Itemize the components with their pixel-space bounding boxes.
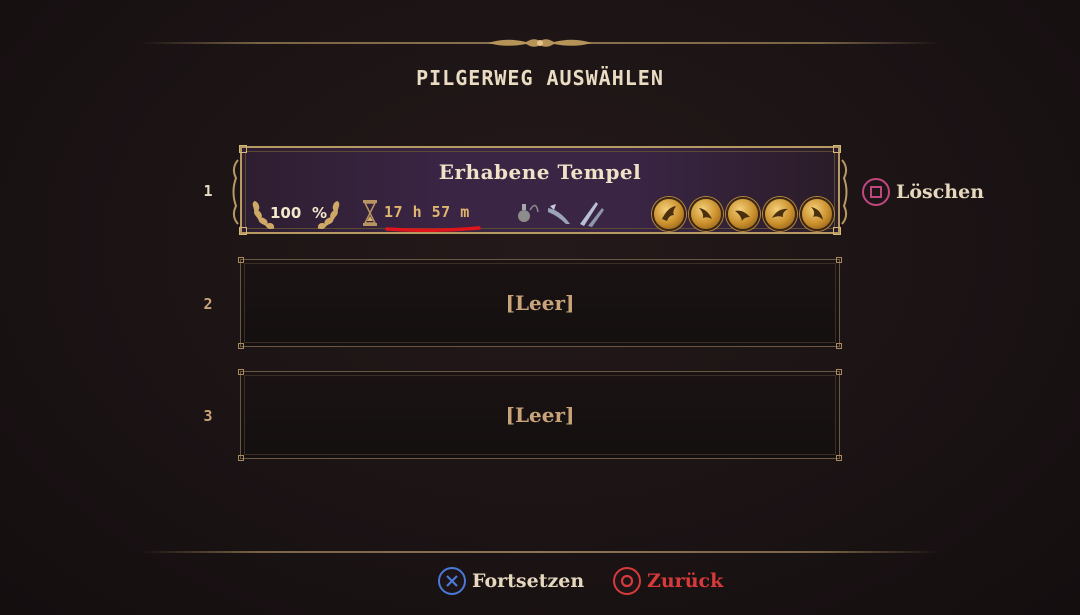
playtime-underline-annotation	[385, 226, 481, 232]
slot-corner	[238, 343, 244, 349]
screen-title: PILGERWEG AUSWÄHLEN	[416, 66, 664, 90]
slot-corner	[836, 343, 842, 349]
equipped-items-icon	[518, 202, 604, 227]
slot-stats: 100 % 17 h 57 m	[250, 196, 834, 232]
twin-blades-icon	[580, 202, 604, 227]
slot-corner	[836, 455, 842, 461]
censer-icon	[518, 204, 539, 222]
empty-slot-label: [Leer]	[505, 403, 575, 427]
completion-value: 100	[270, 204, 302, 222]
slot-title: Erhabene Tempel	[438, 160, 642, 184]
slot-number-1: 1	[203, 182, 213, 200]
slot-flourish-right-icon	[841, 159, 848, 225]
golden-bird-medal-icon	[652, 197, 686, 231]
slot-corner	[238, 455, 244, 461]
slot-corner	[239, 145, 247, 153]
golden-bird-medal-icon	[763, 197, 797, 231]
slot-corner	[238, 369, 244, 375]
golden-bird-medal-icon	[726, 197, 760, 231]
cross-button-icon	[438, 567, 466, 595]
slot-flourish-left-icon	[232, 159, 239, 225]
back-button[interactable]: Zurück	[613, 567, 723, 595]
save-slot-3[interactable]: [Leer]	[238, 369, 842, 461]
slot-corner	[833, 227, 841, 235]
golden-bird-medal-icon	[689, 197, 723, 231]
delete-button[interactable]: Löschen	[862, 178, 984, 206]
slot-corner	[239, 227, 247, 235]
medals-row	[652, 197, 834, 231]
slot-corner	[836, 257, 842, 263]
bottom-divider	[140, 551, 940, 553]
continue-button[interactable]: Fortsetzen	[438, 567, 584, 595]
top-ornament-icon	[488, 39, 592, 47]
hourglass-icon	[363, 200, 377, 226]
slot-number-3: 3	[203, 407, 213, 425]
slot-corner	[836, 369, 842, 375]
save-slot-2[interactable]: [Leer]	[238, 257, 842, 349]
empty-slot-label: [Leer]	[505, 291, 575, 315]
playtime: 17 h 57 m	[384, 203, 470, 221]
slot-corner	[238, 257, 244, 263]
delete-label: Löschen	[896, 181, 985, 203]
circle-button-icon	[613, 567, 641, 595]
save-slot-1[interactable]: Erhabene Tempel 100 % 17 h 57 m	[232, 145, 848, 235]
slot-corner	[833, 145, 841, 153]
continue-label: Fortsetzen	[472, 570, 585, 592]
square-button-icon	[862, 178, 890, 206]
claw-blade-icon	[548, 204, 570, 224]
back-label: Zurück	[647, 570, 724, 592]
laurel-wreath-right-icon	[317, 201, 340, 230]
golden-bird-medal-icon	[800, 197, 834, 231]
slot-number-2: 2	[203, 295, 213, 313]
